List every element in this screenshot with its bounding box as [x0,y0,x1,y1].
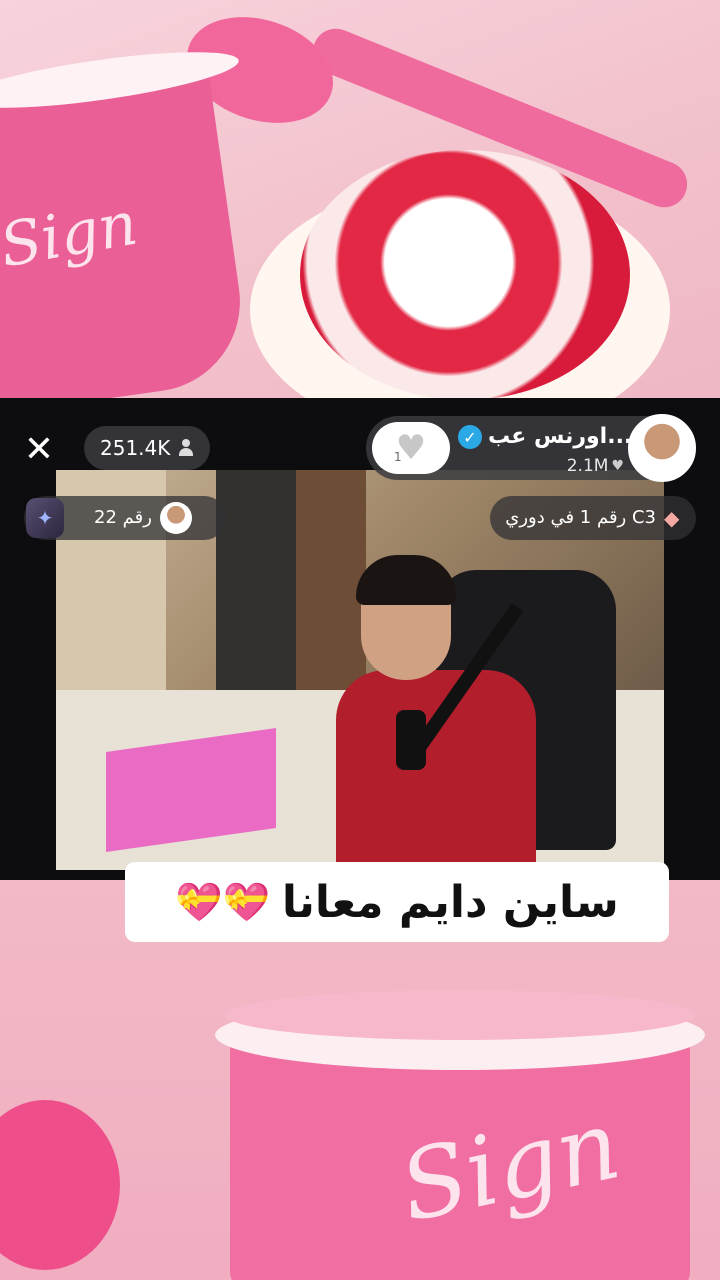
like-count: 2.1M [566,456,609,476]
gift-count: 1 [394,450,402,464]
heart-icon: ♥ [611,458,624,474]
verified-icon: ✓ [458,425,482,449]
person-icon [178,439,194,457]
video-person-hair [356,555,456,605]
host-name[interactable]: اورنس عب... [488,424,632,449]
host-likes: 2.1M ♥ [540,456,624,476]
video-microphone [396,710,426,770]
icecream-shape [300,150,630,398]
close-button[interactable]: ✕ [18,428,60,470]
rank-avatar [160,502,192,534]
cup-inner-shape [225,990,695,1040]
heart-gift-emoji: 💝💝 [175,879,270,924]
viewer-count-pill[interactable]: 251.4K [84,426,211,470]
video-shelf [296,470,366,690]
background-top-image: Sign [0,0,720,398]
host-avatar[interactable] [628,414,696,482]
league-label: رقم 1 في دوري C3 [505,507,656,528]
diamond-icon: ◆ [664,506,680,530]
video-person-body [336,670,536,870]
caption-text: ساين دايم معانا [281,876,619,928]
rank-label: رقم 22 [94,507,152,528]
viewer-count: 251.4K [100,436,171,460]
close-icon: ✕ [23,428,55,470]
caption-banner: 💝💝 ساين دايم معانا [125,862,669,942]
rank-badge-icon[interactable]: ✦ [26,498,64,538]
gift-button[interactable]: ♥ 1 [372,422,450,474]
ball-shape [0,1100,120,1270]
